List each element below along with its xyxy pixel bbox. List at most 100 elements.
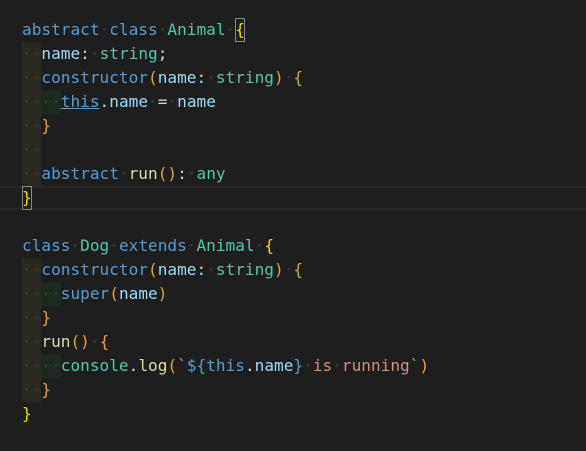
code-token: log (138, 356, 168, 375)
code-line[interactable]: ··} (22, 378, 51, 402)
code-token: class (109, 20, 158, 39)
whitespace-marker: · (283, 68, 294, 87)
whitespace-marker: ·· (41, 90, 61, 114)
code-token: extends (118, 236, 187, 255)
code-token: any (196, 164, 226, 183)
code-token: ( (70, 332, 81, 351)
whitespace-marker: ·· (22, 114, 42, 138)
code-token: is (312, 356, 333, 375)
code-token: name (157, 260, 197, 279)
code-token: ` (409, 356, 420, 375)
code-token: : (177, 164, 187, 183)
code-token: console (60, 356, 129, 375)
code-token: this (60, 92, 100, 111)
whitespace-marker: ·· (22, 138, 42, 162)
code-token: name (109, 92, 149, 111)
code-line[interactable]: ····super(name) (22, 282, 167, 306)
whitespace-marker: ·· (41, 282, 61, 306)
code-token: ( (147, 68, 158, 87)
code-token: ( (157, 164, 168, 183)
whitespace-marker: ·· (22, 66, 42, 90)
code-token: constructor (41, 260, 148, 279)
code-token: string (99, 44, 158, 63)
code-token: ) (80, 332, 90, 351)
code-token: run (128, 164, 158, 183)
code-token: ( (147, 260, 158, 279)
whitespace-marker: ·· (22, 282, 42, 306)
code-token: ( (167, 356, 178, 375)
code-token: ( (109, 284, 119, 303)
whitespace-marker: ·· (22, 354, 42, 378)
whitespace-marker: · (254, 236, 265, 255)
code-line[interactable]: } (0, 186, 586, 210)
whitespace-marker: · (70, 236, 81, 255)
code-line[interactable]: } (22, 402, 32, 426)
code-token: this (206, 356, 245, 375)
code-token: { (293, 68, 304, 87)
whitespace-marker: · (89, 44, 100, 63)
code-line[interactable]: ··constructor(name:·string)·{ (22, 258, 303, 282)
code-token: . (99, 92, 110, 111)
code-token: ) (274, 68, 284, 87)
code-token: . (128, 356, 139, 375)
code-token: name (254, 356, 294, 375)
code-token: ) (274, 260, 284, 279)
code-token: name (41, 44, 81, 63)
code-line[interactable]: abstract·class·Animal·{ (22, 18, 245, 42)
whitespace-marker: · (148, 92, 158, 111)
code-line[interactable]: ··} (22, 114, 51, 138)
code-token: { (293, 260, 304, 279)
code-line[interactable]: ··abstract·run():·any (22, 162, 226, 186)
whitespace-marker: · (206, 260, 216, 279)
code-token: } (41, 380, 52, 399)
whitespace-marker: ·· (22, 258, 42, 282)
code-editor[interactable]: abstract·class·Animal·{··name:·string; ··… (0, 0, 586, 451)
whitespace-marker: · (99, 20, 110, 39)
code-token: } (22, 186, 32, 210)
code-token: Animal (167, 20, 226, 39)
code-line[interactable]: ····this.name·=·name (22, 90, 216, 114)
whitespace-marker: · (109, 236, 119, 255)
whitespace-marker: · (167, 92, 178, 111)
code-token: string (215, 68, 274, 87)
code-token: } (41, 116, 52, 135)
code-token: abstract (22, 20, 100, 39)
whitespace-marker: · (283, 260, 294, 279)
code-line[interactable]: ·· (22, 138, 42, 162)
whitespace-marker: ·· (22, 90, 42, 114)
code-token: name (157, 68, 197, 87)
whitespace-marker: ·· (22, 378, 42, 402)
whitespace-marker: · (186, 236, 197, 255)
whitespace-marker: · (89, 332, 100, 351)
whitespace-marker: · (206, 68, 216, 87)
code-line[interactable]: ····console.log(`${this.name}·is·running… (22, 354, 429, 378)
code-token: ) (419, 356, 430, 375)
code-token: } (293, 356, 304, 375)
whitespace-marker: ·· (22, 42, 42, 66)
code-line[interactable]: ··name:·string; (22, 42, 167, 66)
whitespace-marker: · (332, 356, 342, 375)
code-token: . (244, 356, 255, 375)
code-token: constructor (41, 68, 148, 87)
whitespace-marker: · (225, 20, 236, 39)
code-token: ) (167, 164, 178, 183)
code-line[interactable]: ··} (22, 306, 51, 330)
code-line[interactable]: ··run()·{ (22, 330, 109, 354)
whitespace-marker: ·· (22, 330, 42, 354)
whitespace-marker: ·· (41, 354, 61, 378)
code-token: running (341, 356, 410, 375)
whitespace-marker: · (186, 164, 197, 183)
code-token: : (196, 260, 207, 279)
code-token: class (22, 236, 71, 255)
code-token: : (80, 44, 90, 63)
whitespace-marker: · (303, 356, 313, 375)
code-token: run (41, 332, 71, 351)
whitespace-marker: · (157, 20, 168, 39)
code-token: { (264, 236, 275, 255)
code-token: : (196, 68, 207, 87)
code-line[interactable]: ··constructor(name:·string)·{ (22, 66, 303, 90)
code-token: ; (157, 44, 168, 63)
code-token: { (235, 18, 245, 42)
code-line[interactable]: class·Dog·extends·Animal·{ (22, 234, 274, 258)
code-token: { (99, 332, 110, 351)
